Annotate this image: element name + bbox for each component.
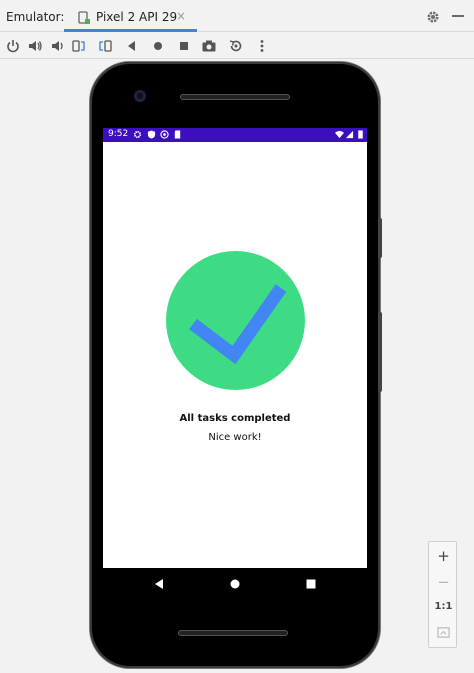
emulator-title: Emulator: [6, 10, 65, 24]
nav-home-icon[interactable] [229, 578, 241, 590]
message-title: All tasks completed [179, 413, 291, 424]
home-icon[interactable] [150, 38, 166, 54]
side-button [378, 218, 382, 258]
message-subtitle: Nice work! [208, 432, 262, 443]
sd-card-status-icon [173, 130, 182, 139]
wifi-status-icon [335, 130, 344, 139]
zoom-in-button[interactable]: + [429, 545, 458, 567]
tab-label: Pixel 2 API 29 [96, 10, 178, 24]
rotate-left-icon[interactable] [71, 38, 87, 54]
power-icon[interactable] [5, 38, 21, 54]
device-icon [78, 10, 90, 24]
navigation-bar [103, 568, 367, 600]
minimize-icon[interactable] [452, 15, 464, 17]
bottom-speaker [178, 630, 288, 636]
gear-icon[interactable] [426, 9, 440, 23]
signal-status-icon [345, 130, 354, 139]
back-icon[interactable] [124, 38, 140, 54]
shield-status-icon [147, 130, 156, 139]
nav-overview-icon[interactable] [305, 578, 317, 590]
snapshot-icon[interactable] [228, 38, 244, 54]
zoom-controls: + − 1:1 [428, 541, 457, 648]
front-camera [134, 90, 146, 102]
rotate-right-icon[interactable] [97, 38, 113, 54]
at-status-icon [160, 130, 169, 139]
tool-window-header: Emulator: Pixel 2 API 29 × [0, 0, 474, 32]
emulator-toolbar [0, 33, 474, 59]
camera-icon[interactable] [201, 38, 217, 54]
tab-pixel-2-api-29[interactable]: Pixel 2 API 29 × [64, 0, 197, 32]
device-frame: 9:52 All tasks completed Nice work! [90, 62, 382, 668]
volume-rocker [378, 312, 382, 392]
device-screen[interactable]: 9:52 All tasks completed Nice work! [103, 128, 367, 568]
zoom-out-button[interactable]: − [429, 571, 458, 593]
battery-status-icon [356, 130, 365, 139]
top-speaker [180, 94, 290, 100]
status-bar: 9:52 [103, 128, 367, 142]
overview-icon[interactable] [176, 38, 192, 54]
tab-close-button[interactable]: × [176, 9, 186, 23]
nav-back-icon[interactable] [153, 578, 165, 590]
volume-up-icon[interactable] [27, 38, 43, 54]
fit-screen-icon[interactable] [429, 622, 458, 644]
volume-down-icon[interactable] [49, 38, 65, 54]
actual-size-button[interactable]: 1:1 [429, 596, 458, 618]
status-time: 9:52 [108, 129, 129, 139]
more-icon[interactable] [254, 38, 270, 54]
check-circle-background [166, 251, 305, 390]
settings-status-icon [133, 130, 142, 139]
checkmark-icon [166, 251, 305, 390]
